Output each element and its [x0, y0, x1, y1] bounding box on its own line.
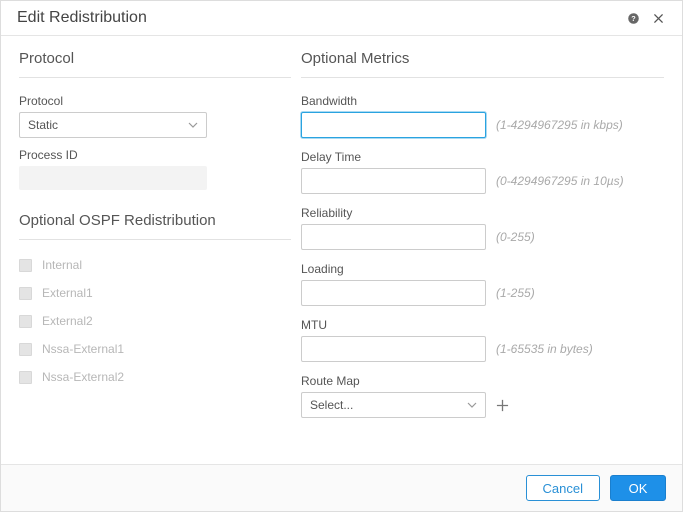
chevron-down-icon: [467, 400, 477, 410]
delay-field: Delay Time (0-4294967295 in 10µs): [301, 150, 664, 194]
delay-hint: (0-4294967295 in 10µs): [496, 174, 624, 188]
check-item-internal: Internal: [19, 258, 291, 272]
loading-hint: (1-255): [496, 286, 535, 300]
checkbox-external2[interactable]: [19, 315, 32, 328]
dialog-footer: Cancel OK: [1, 464, 682, 511]
delay-label: Delay Time: [301, 150, 664, 164]
mtu-field: MTU (1-65535 in bytes): [301, 318, 664, 362]
checkbox-internal[interactable]: [19, 259, 32, 272]
checkbox-external1[interactable]: [19, 287, 32, 300]
ospf-section-title: Optional OSPF Redistribution: [19, 212, 291, 229]
close-icon[interactable]: [651, 11, 666, 26]
chevron-down-icon: [188, 120, 198, 130]
bandwidth-field: Bandwidth (1-4294967295 in kbps): [301, 94, 664, 138]
routemap-field: Route Map Select...: [301, 374, 664, 418]
reliability-label: Reliability: [301, 206, 664, 220]
process-id-field: [19, 166, 207, 190]
dialog-header: Edit Redistribution ?: [1, 1, 682, 36]
bandwidth-input[interactable]: [301, 112, 486, 138]
check-label: External2: [42, 314, 93, 328]
check-item-external2: External2: [19, 314, 291, 328]
reliability-input[interactable]: [301, 224, 486, 250]
loading-field: Loading (1-255): [301, 262, 664, 306]
reliability-hint: (0-255): [496, 230, 535, 244]
loading-label: Loading: [301, 262, 664, 276]
dialog-title: Edit Redistribution: [17, 9, 147, 27]
metrics-section-rule: [301, 77, 664, 78]
check-item-nssa2: Nssa-External2: [19, 370, 291, 384]
left-column: Protocol Protocol Static Process ID Opti…: [19, 50, 291, 454]
metrics-section-title: Optional Metrics: [301, 50, 664, 67]
checkbox-nssa-external2[interactable]: [19, 371, 32, 384]
ok-button[interactable]: OK: [610, 475, 666, 501]
reliability-field: Reliability (0-255): [301, 206, 664, 250]
routemap-label: Route Map: [301, 374, 664, 388]
check-label: Nssa-External1: [42, 342, 124, 356]
mtu-hint: (1-65535 in bytes): [496, 342, 593, 356]
check-label: External1: [42, 286, 93, 300]
process-id-label: Process ID: [19, 148, 291, 162]
bandwidth-hint: (1-4294967295 in kbps): [496, 118, 623, 132]
edit-redistribution-dialog: Edit Redistribution ? Protocol Protocol …: [0, 0, 683, 512]
dialog-body: Protocol Protocol Static Process ID Opti…: [1, 36, 682, 464]
check-label: Nssa-External2: [42, 370, 124, 384]
bandwidth-label: Bandwidth: [301, 94, 664, 108]
mtu-label: MTU: [301, 318, 664, 332]
protocol-section-title: Protocol: [19, 50, 291, 67]
add-routemap-icon[interactable]: [496, 399, 509, 412]
cancel-button[interactable]: Cancel: [526, 475, 600, 501]
check-item-nssa1: Nssa-External1: [19, 342, 291, 356]
routemap-select[interactable]: Select...: [301, 392, 486, 418]
protocol-section-rule: [19, 77, 291, 78]
ospf-check-list: Internal External1 External2 Nssa-Extern…: [19, 258, 291, 384]
check-label: Internal: [42, 258, 82, 272]
help-icon[interactable]: ?: [626, 11, 641, 26]
protocol-label: Protocol: [19, 94, 291, 108]
routemap-value: Select...: [310, 398, 353, 412]
ospf-section-rule: [19, 239, 291, 240]
header-icons: ?: [626, 11, 666, 26]
delay-input[interactable]: [301, 168, 486, 194]
right-column: Optional Metrics Bandwidth (1-4294967295…: [301, 50, 664, 454]
protocol-select[interactable]: Static: [19, 112, 207, 138]
checkbox-nssa-external1[interactable]: [19, 343, 32, 356]
check-item-external1: External1: [19, 286, 291, 300]
mtu-input[interactable]: [301, 336, 486, 362]
svg-text:?: ?: [631, 13, 636, 22]
loading-input[interactable]: [301, 280, 486, 306]
protocol-value: Static: [28, 118, 58, 132]
